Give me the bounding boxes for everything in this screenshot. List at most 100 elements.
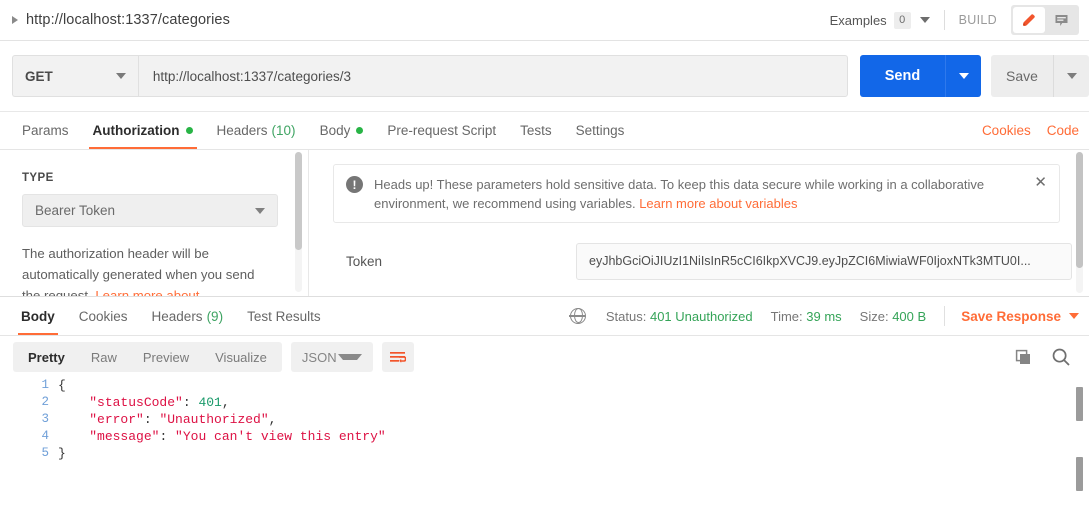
code-scrollbar[interactable]: [1076, 383, 1083, 503]
view-visualize[interactable]: Visualize: [202, 344, 280, 370]
auth-type-value: Bearer Token: [35, 203, 116, 218]
code-token: :: [159, 429, 176, 444]
code-link[interactable]: Code: [1047, 123, 1079, 138]
response-tab-cookies[interactable]: Cookies: [67, 297, 140, 335]
auth-description: The authorization header will be automat…: [22, 243, 272, 296]
code-line: 1{: [0, 377, 1089, 394]
auth-type-label: TYPE: [22, 172, 54, 184]
examples-chevron-down-icon[interactable]: [919, 17, 930, 23]
save-options-button[interactable]: [1053, 55, 1089, 97]
tab-label: Headers: [151, 308, 203, 324]
code-token: "statusCode": [89, 395, 183, 410]
tab-pre-request-script[interactable]: Pre-request Script: [375, 112, 508, 149]
language-label: JSON: [301, 349, 337, 365]
code-token: {: [58, 378, 66, 393]
tab-authorization[interactable]: Authorization: [81, 112, 205, 149]
code-token: :: [182, 395, 199, 410]
auth-right-scrollbar[interactable]: [1076, 152, 1083, 293]
view-preview[interactable]: Preview: [130, 344, 202, 370]
time-value: 39 ms: [806, 308, 842, 324]
code-text: "error": "Unauthorized",: [58, 411, 276, 428]
tab-tests[interactable]: Tests: [508, 112, 564, 149]
tab-label: Params: [22, 123, 69, 138]
code-scrollbar-thumb-upper[interactable]: [1076, 387, 1083, 421]
tab-params[interactable]: Params: [10, 112, 81, 149]
tab-label: Cookies: [78, 308, 128, 324]
auth-right-scrollbar-thumb[interactable]: [1076, 152, 1083, 268]
build-label[interactable]: BUILD: [959, 13, 997, 27]
save-chevron-down-icon: [1066, 73, 1077, 79]
body-view-switcher: Pretty Raw Preview Visualize: [13, 342, 282, 372]
examples-label: Examples: [829, 12, 887, 28]
method-selector[interactable]: GET: [12, 55, 138, 97]
tab-label: Settings: [575, 123, 625, 138]
language-selector[interactable]: JSON: [290, 342, 373, 372]
word-wrap-icon[interactable]: [381, 342, 414, 372]
view-raw[interactable]: Raw: [78, 344, 130, 370]
code-scrollbar-thumb-lower[interactable]: [1076, 457, 1083, 491]
url-bar: GET http://localhost:1337/categories/3 S…: [0, 41, 1089, 112]
cookies-link[interactable]: Cookies: [982, 123, 1031, 138]
token-label: Token: [346, 253, 383, 269]
collapse-triangle-icon[interactable]: [12, 16, 18, 24]
auth-learn-more-link[interactable]: Learn more about: [95, 288, 199, 296]
save-response-button[interactable]: Save Response: [961, 309, 1079, 324]
response-tab-test-results[interactable]: Test Results: [235, 297, 333, 335]
tab-headers[interactable]: Headers (10): [205, 112, 308, 149]
save-button[interactable]: Save: [991, 55, 1053, 97]
view-pretty[interactable]: Pretty: [15, 344, 78, 370]
postman-window: http://localhost:1337/categories Example…: [0, 0, 1089, 511]
response-tab-body[interactable]: Body: [9, 297, 67, 335]
time-label: Time:: [770, 308, 803, 324]
line-number: 3: [41, 412, 49, 426]
auth-type-select[interactable]: Bearer Token: [22, 194, 278, 227]
tab-body[interactable]: Body: [308, 112, 376, 149]
code-line: 5}: [0, 445, 1089, 462]
tab-label: Pre-request Script: [387, 123, 497, 138]
tab-label: Test Results: [247, 308, 321, 324]
response-body-code[interactable]: 1{2 "statusCode": 401, 3 "error": "Unauth…: [0, 377, 1089, 511]
status-group: Status: 401 Unauthorized: [606, 309, 753, 324]
token-input[interactable]: eyJhbGciOiJIUzI1NiIsInR5cCI6IkpXVCJ9.eyJ…: [576, 242, 1072, 280]
notice-learn-more-link[interactable]: Learn more about variables: [639, 196, 797, 211]
code-token: ,: [268, 412, 277, 427]
examples-count-badge: 0: [893, 11, 911, 29]
status-dot-icon: [356, 127, 364, 134]
search-icon[interactable]: [1051, 347, 1071, 367]
code-token: "message": [89, 429, 160, 444]
token-row: Token eyJhbGciOiJIUzI1NiIsInR5cCI6IkpXVC…: [333, 239, 1080, 283]
response-body-toolbar: Pretty Raw Preview Visualize JSON: [0, 337, 1089, 377]
code-line: 4 "message": "You can't view this entry": [0, 428, 1089, 445]
auth-left-scrollbar-thumb[interactable]: [295, 152, 302, 250]
pencil-icon[interactable]: [1013, 7, 1045, 33]
tab-label: Body: [319, 123, 351, 138]
method-label: GET: [25, 68, 53, 84]
mode-toggle-group: [1011, 5, 1079, 35]
code-text: "statusCode": 401,: [58, 394, 230, 411]
line-number: 1: [41, 378, 49, 392]
auth-left-scrollbar[interactable]: [295, 152, 302, 292]
response-tab-headers[interactable]: Headers (9): [140, 297, 236, 335]
code-text: "message": "You can't view this entry": [58, 428, 386, 445]
status-dot-icon: [185, 127, 193, 134]
line-number: 5: [41, 446, 49, 460]
copy-icon[interactable]: [1014, 348, 1033, 367]
send-options-button[interactable]: [945, 55, 981, 97]
sensitive-data-notice: ! Heads up! These parameters hold sensit…: [333, 164, 1060, 223]
send-button[interactable]: Send: [860, 55, 945, 97]
line-number: 2: [41, 395, 49, 409]
code-line: 2 "statusCode": 401,: [0, 394, 1089, 411]
response-status-area: Status: 401 Unauthorized Time: 39 ms Siz…: [569, 297, 1089, 335]
code-token: "You can't view this entry": [175, 429, 386, 444]
size-group: Size: 400 B: [860, 309, 927, 324]
code-token: ,: [221, 395, 230, 410]
comment-icon[interactable]: [1045, 7, 1077, 33]
url-input[interactable]: http://localhost:1337/categories/3: [137, 55, 848, 97]
tab-settings[interactable]: Settings: [564, 112, 637, 149]
code-token: "error": [89, 412, 144, 427]
close-icon[interactable]: ✕: [1026, 175, 1047, 212]
code-lines: 1{2 "statusCode": 401, 3 "error": "Unauth…: [0, 377, 1089, 462]
auth-type-chevron-down-icon: [255, 207, 265, 214]
notice-message: Heads up! These parameters hold sensitiv…: [374, 175, 1019, 212]
title-bar-actions: Examples 0 BUILD: [830, 0, 1089, 40]
